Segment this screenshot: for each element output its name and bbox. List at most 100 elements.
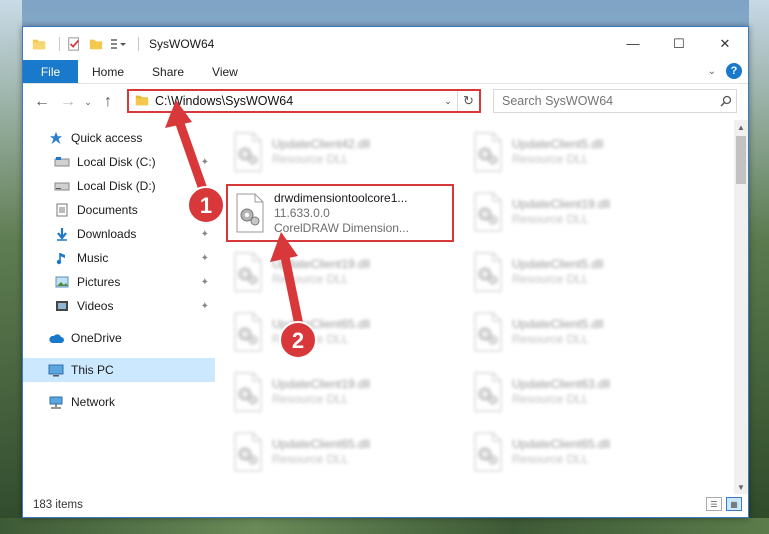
- sidebar-item-local-disk-c[interactable]: Local Disk (C:) ✦: [23, 150, 215, 174]
- vertical-scrollbar[interactable]: ▲ ▼: [734, 120, 748, 494]
- sidebar-item-onedrive[interactable]: OneDrive: [23, 326, 215, 350]
- body-area: Quick access Local Disk (C:) ✦ Local Dis…: [23, 120, 748, 494]
- details-view-icon[interactable]: ☰: [706, 497, 722, 511]
- file-description: Resource DLL: [512, 392, 589, 406]
- file-item[interactable]: UpdateClient5.dll Resource DLL: [468, 304, 700, 360]
- file-description: CorelDRAW Dimension...: [274, 220, 409, 235]
- star-icon: [47, 130, 65, 146]
- address-bar[interactable]: C:\Windows\SysWOW64 ⌄ ↻: [127, 89, 481, 113]
- minimize-button[interactable]: —: [610, 27, 656, 60]
- properties-icon[interactable]: [66, 36, 82, 52]
- pin-icon[interactable]: ✦: [201, 229, 209, 240]
- file-item[interactable]: UpdateClient19.dll Resource DLL: [228, 244, 460, 300]
- dll-file-icon: [468, 429, 508, 475]
- pin-icon[interactable]: ✦: [201, 157, 209, 168]
- dll-file-icon: [228, 369, 268, 415]
- file-item[interactable]: UpdateClient42.dll Resource DLL: [228, 124, 460, 180]
- pictures-icon: [53, 274, 71, 290]
- file-name: drwdimensiontoolcore1...: [274, 190, 408, 205]
- pin-icon[interactable]: ✦: [201, 277, 209, 288]
- sidebar-item-network[interactable]: Network: [23, 390, 215, 414]
- customize-toolbar-icon[interactable]: [110, 36, 126, 52]
- download-icon: [53, 226, 71, 242]
- file-item[interactable]: UpdateClient19.dll Resource DLL: [228, 364, 460, 420]
- item-count: 183 items: [33, 499, 83, 511]
- file-description: Resource DLL: [512, 212, 589, 226]
- back-button[interactable]: ←: [29, 89, 55, 115]
- sidebar-item-music[interactable]: Music ✦: [23, 246, 215, 270]
- dll-file-icon: [228, 429, 268, 475]
- pin-icon[interactable]: ✦: [201, 205, 209, 216]
- sidebar-item-label: OneDrive: [71, 331, 122, 345]
- sidebar-item-quick-access[interactable]: Quick access: [23, 126, 215, 150]
- sidebar-item-label: Local Disk (D:): [77, 179, 156, 193]
- file-text: UpdateClient5.dll Resource DLL: [512, 137, 603, 167]
- cloud-icon: [47, 330, 65, 346]
- address-dropdown-icon[interactable]: ⌄: [439, 96, 457, 107]
- sidebar-item-label: Pictures: [77, 275, 121, 289]
- new-folder-icon[interactable]: [88, 36, 104, 52]
- dll-file-icon: [228, 309, 268, 355]
- file-text: UpdateClient5.dll Resource DLL: [512, 317, 603, 347]
- window-title: SysWOW64: [149, 36, 215, 51]
- sidebar-item-this-pc[interactable]: This PC: [23, 358, 215, 382]
- file-description: Resource DLL: [512, 272, 589, 286]
- sidebar-item-videos[interactable]: Videos ✦: [23, 294, 215, 318]
- folder-icon: [31, 36, 47, 52]
- sidebar-item-pictures[interactable]: Pictures ✦: [23, 270, 215, 294]
- search-box[interactable]: [493, 89, 737, 113]
- scroll-up-icon[interactable]: ▲: [734, 120, 748, 134]
- pin-icon[interactable]: ✦: [201, 301, 209, 312]
- file-text: UpdateClient19.dll Resource DLL: [512, 197, 610, 227]
- close-button[interactable]: ✕: [702, 27, 748, 60]
- file-name: UpdateClient19.dll: [272, 257, 371, 271]
- file-text: UpdateClient65.dll Resource DLL: [272, 437, 370, 467]
- computer-icon: [47, 362, 65, 378]
- tab-file[interactable]: File: [23, 60, 78, 83]
- maximize-button[interactable]: ☐: [656, 27, 702, 60]
- search-icon[interactable]: [716, 95, 736, 107]
- drive-icon: [53, 178, 71, 194]
- file-item[interactable]: UpdateClient5.dll Resource DLL: [468, 244, 700, 300]
- file-name: UpdateClient65.dll: [272, 317, 371, 331]
- address-path[interactable]: C:\Windows\SysWOW64: [155, 94, 439, 108]
- file-version: 11.633.0.0: [274, 205, 330, 220]
- file-text: UpdateClient5.dll Resource DLL: [512, 257, 603, 287]
- help-icon[interactable]: ?: [726, 63, 742, 79]
- tiles-view-icon[interactable]: ▦: [726, 497, 742, 511]
- up-button[interactable]: ↑: [95, 89, 121, 115]
- file-item-selected[interactable]: drwdimensiontoolcore1... 11.633.0.0 CorelD…: [226, 184, 454, 242]
- scroll-thumb[interactable]: [736, 136, 746, 184]
- file-name: UpdateClient42.dll: [272, 137, 371, 151]
- scroll-down-icon[interactable]: ▼: [734, 480, 748, 494]
- file-name: UpdateClient65.dll: [512, 437, 611, 451]
- tab-share[interactable]: Share: [138, 60, 198, 83]
- expand-ribbon-icon[interactable]: ⌄: [708, 66, 716, 77]
- sidebar-item-local-disk-d[interactable]: Local Disk (D:): [23, 174, 215, 198]
- file-item[interactable]: UpdateClient65.dll Resource DLL: [468, 424, 700, 480]
- forward-button[interactable]: →: [55, 89, 81, 115]
- tab-home[interactable]: Home: [78, 60, 138, 83]
- tab-view[interactable]: View: [198, 60, 252, 83]
- sidebar-item-downloads[interactable]: Downloads ✦: [23, 222, 215, 246]
- sidebar-item-documents[interactable]: Documents ✦: [23, 198, 215, 222]
- dll-file-icon: [468, 369, 508, 415]
- file-item[interactable]: UpdateClient5.dll Resource DLL: [468, 124, 700, 180]
- file-item[interactable]: UpdateClient19.dll Resource DLL: [468, 184, 700, 240]
- sidebar-item-label: Quick access: [71, 131, 143, 145]
- file-item[interactable]: UpdateClient63.dll Resource DLL: [468, 364, 700, 420]
- title-bar: SysWOW64 — ☐ ✕: [23, 27, 748, 60]
- file-description: Resource DLL: [272, 452, 349, 466]
- dll-file-icon: [468, 309, 508, 355]
- recent-locations-button[interactable]: ⌄: [81, 97, 95, 108]
- dll-file-icon: [468, 189, 508, 235]
- file-name: UpdateClient5.dll: [512, 257, 604, 271]
- pin-icon[interactable]: ✦: [201, 253, 209, 264]
- refresh-button[interactable]: ↻: [457, 91, 479, 111]
- file-item[interactable]: UpdateClient65.dll Resource DLL: [228, 424, 460, 480]
- file-item[interactable]: UpdateClient65.dll Resource DLL: [228, 304, 460, 360]
- file-name: UpdateClient65.dll: [272, 437, 371, 451]
- search-input[interactable]: [502, 94, 716, 108]
- file-text: UpdateClient19.dll Resource DLL: [272, 257, 370, 287]
- dll-file-icon: [468, 129, 508, 175]
